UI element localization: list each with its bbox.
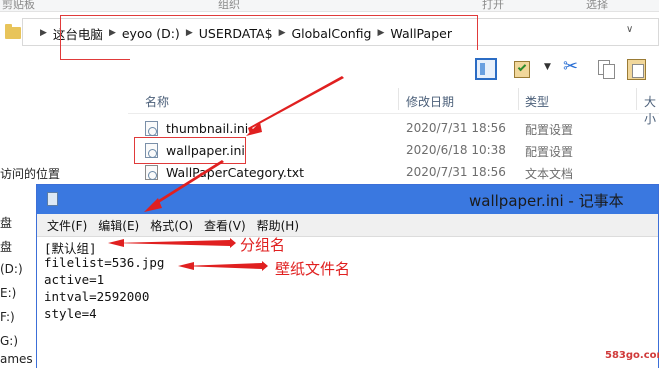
annotation-wallpaper-file-name: 壁纸文件名 — [275, 260, 351, 278]
annotation-arrows — [108, 76, 344, 271]
arrow-to-notepad — [152, 160, 224, 206]
arrow-to-file — [248, 76, 344, 134]
arrow-wallpaper-name — [182, 261, 268, 271]
annotation-group-name: 分组名 — [240, 236, 286, 254]
arrowhead — [178, 262, 194, 270]
arrow-group-name — [112, 238, 236, 248]
arrowhead — [108, 239, 124, 247]
watermark: 583go.com — [605, 350, 659, 361]
